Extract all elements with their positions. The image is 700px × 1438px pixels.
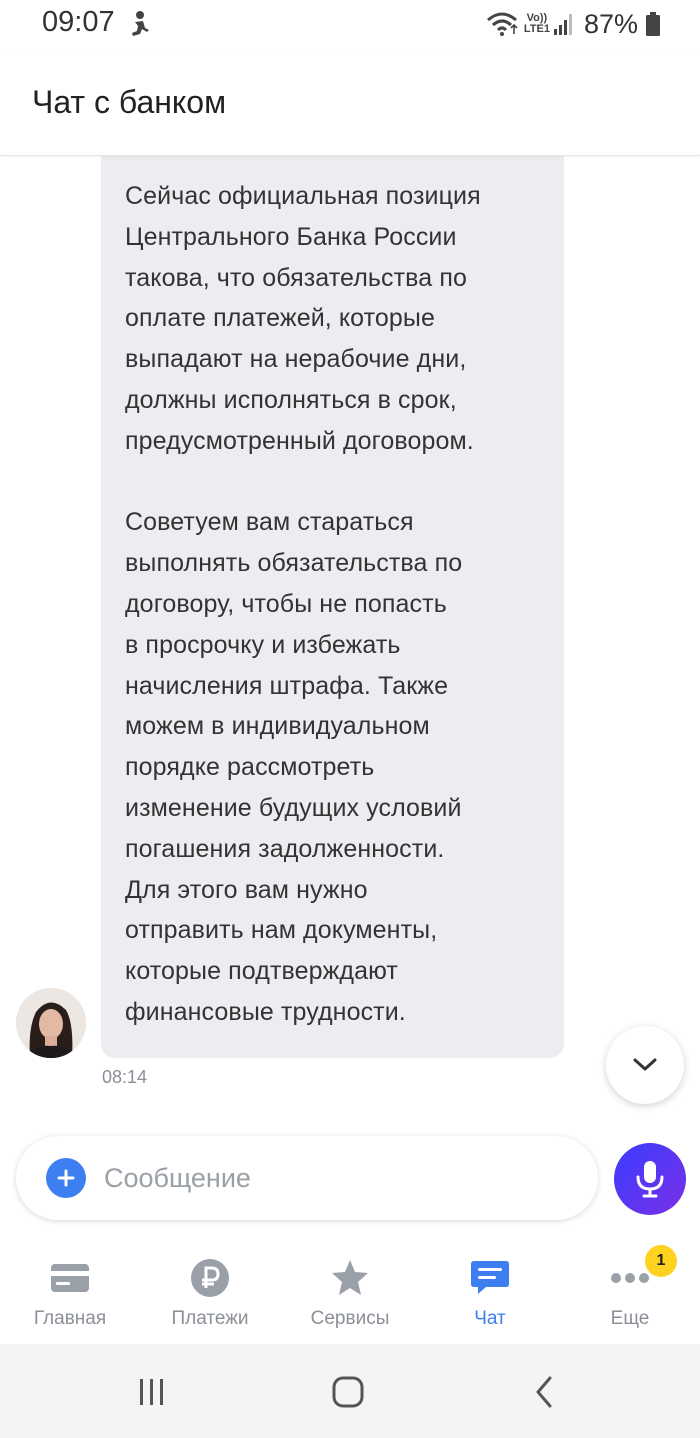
message-text: Сейчас официальная позиция Центрального … <box>125 182 481 1026</box>
nav-label-payments: Платежи <box>171 1308 249 1329</box>
message-input[interactable] <box>104 1154 574 1202</box>
plus-icon <box>57 1169 75 1187</box>
nav-label-chat: Чат <box>474 1308 506 1329</box>
recent-apps-icon <box>140 1379 163 1405</box>
status-bar: 09:07 Vo)) LTE1 87% <box>0 0 700 50</box>
home-button[interactable] <box>328 1372 368 1412</box>
chat-area[interactable]: Сейчас официальная позиция Центрального … <box>0 156 700 1126</box>
lte-label: LTE1 <box>523 23 550 35</box>
ruble-icon <box>188 1256 232 1300</box>
back-button[interactable] <box>524 1372 564 1412</box>
chat-icon <box>468 1256 512 1300</box>
battery-icon <box>646 12 660 36</box>
voice-message-button[interactable] <box>614 1143 686 1215</box>
person-walking-icon <box>132 11 149 36</box>
microphone-icon <box>636 1161 664 1198</box>
nav-item-services[interactable]: Сервисы <box>280 1252 420 1342</box>
home-icon <box>332 1376 364 1408</box>
wifi-icon <box>486 12 518 36</box>
message-composer <box>16 1136 598 1220</box>
recent-apps-button[interactable] <box>132 1372 172 1412</box>
star-icon <box>328 1256 372 1300</box>
bottom-navigation: Главная Платежи Сервисы Чат Еще <box>0 1240 700 1344</box>
nav-label-more: Еще <box>610 1308 650 1329</box>
notification-badge: 1 <box>645 1245 677 1277</box>
nav-item-main[interactable]: Главная <box>0 1252 140 1342</box>
nav-label-main: Главная <box>33 1308 107 1329</box>
nav-label-services: Сервисы <box>310 1308 390 1329</box>
page-title: Чат с банком <box>32 84 227 120</box>
operator-avatar <box>16 988 86 1058</box>
scroll-to-bottom-button[interactable] <box>606 1026 684 1104</box>
app-header: Чат с банком <box>0 50 700 156</box>
status-time: 09:07 <box>42 6 115 38</box>
message-timestamp: 08:14 <box>102 1067 148 1087</box>
status-indicators: Vo)) LTE1 87% <box>486 6 660 42</box>
card-icon <box>48 1256 92 1300</box>
nav-item-more[interactable]: Еще <box>560 1252 700 1342</box>
signal-icon <box>553 14 572 35</box>
chevron-down-icon <box>633 1058 657 1071</box>
message-bubble[interactable]: Сейчас официальная позиция Центрального … <box>101 156 564 1058</box>
back-icon <box>536 1376 552 1408</box>
system-navigation-bar <box>0 1344 700 1438</box>
attach-button[interactable] <box>46 1158 86 1198</box>
volte-lte-icon: Vo)) LTE1 <box>524 13 550 35</box>
person-photo-icon <box>16 988 86 1058</box>
nav-item-payments[interactable]: Платежи <box>140 1252 280 1342</box>
nav-item-chat[interactable]: Чат <box>420 1252 560 1342</box>
battery-percent: 87% <box>583 8 638 39</box>
